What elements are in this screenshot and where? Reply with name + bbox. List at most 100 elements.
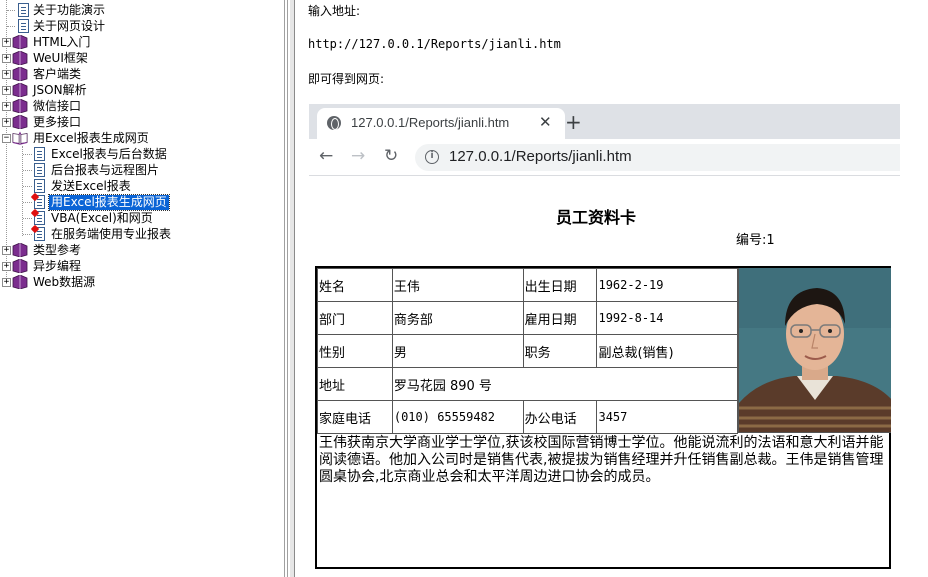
tree-item[interactable]: JSON解析	[31, 82, 89, 98]
expand-icon[interactable]: +	[2, 70, 11, 79]
tab-strip: 127.0.0.1/Reports/jianli.htm ✕ +	[309, 104, 900, 139]
field-label: 职务	[522, 334, 598, 368]
expand-icon[interactable]: +	[2, 118, 11, 127]
intro-label: 输入地址:	[308, 4, 361, 18]
reload-icon[interactable]: ↻	[384, 147, 398, 165]
pane-splitter[interactable]	[282, 0, 298, 577]
field-value: 副总裁(销售)	[596, 334, 738, 368]
forward-icon[interactable]: →	[351, 147, 365, 165]
tree-item-label: 类型参考	[33, 243, 82, 257]
employee-photo	[738, 268, 891, 433]
info-icon[interactable]: i	[425, 150, 439, 164]
expand-icon[interactable]: +	[2, 102, 11, 111]
field-value: 3457	[596, 400, 738, 434]
tree-item[interactable]: HTML入门	[31, 34, 92, 50]
tree-connector	[23, 218, 32, 219]
back-icon[interactable]: ←	[319, 147, 333, 165]
new-tab-icon[interactable]: +	[565, 110, 582, 134]
tree-item[interactable]: 客户端类	[31, 66, 83, 82]
field-label: 办公电话	[522, 400, 598, 434]
tree-item-label: 发送Excel报表	[51, 179, 131, 193]
collapse-icon[interactable]: −	[2, 134, 11, 143]
field-value: 商务部	[391, 301, 524, 335]
tree-item[interactable]: 关于功能演示	[31, 2, 107, 18]
content-pane: 输入地址: http://127.0.0.1/Reports/jianli.ht…	[298, 0, 928, 577]
expand-icon[interactable]: +	[2, 278, 11, 287]
address-bar[interactable]: i 127.0.0.1/Reports/jianli.htm	[415, 144, 900, 171]
tree-item-label: 关于网页设计	[33, 19, 106, 33]
tree-item-label: 客户端类	[33, 67, 82, 81]
tree-item[interactable]: Web数据源	[31, 274, 97, 290]
field-label: 出生日期	[522, 268, 598, 302]
close-tab-icon[interactable]: ✕	[539, 113, 552, 131]
page-icon	[18, 19, 29, 33]
table-row: 家庭电话 (010) 65559482 办公电话 3457	[317, 400, 738, 434]
help-tree[interactable]: 关于功能演示 关于网页设计 + HTML入门 + WeUI框架 + 客户端类 +…	[0, 0, 282, 577]
expand-icon[interactable]: +	[2, 262, 11, 271]
tree-item[interactable]: 微信接口	[31, 98, 83, 114]
book-icon	[12, 243, 28, 257]
table-row: 地址 罗马花园 890 号	[317, 367, 739, 401]
browser-toolbar: ← → ↻ i 127.0.0.1/Reports/jianli.htm	[309, 139, 900, 176]
tree-item-label: 用Excel报表生成网页	[48, 194, 170, 211]
tree-item[interactable]: 在服务端使用专业报表	[49, 226, 173, 242]
tree-item-label: HTML入门	[33, 35, 91, 49]
page-icon	[34, 179, 45, 193]
tree-item-label: Web数据源	[33, 275, 96, 289]
tree-item[interactable]: WeUI框架	[31, 50, 90, 66]
tree-item[interactable]: 用Excel报表生成网页	[31, 130, 151, 146]
card-title: 员工资料卡	[556, 208, 637, 227]
table-row: 性别 男 职务 副总裁(销售)	[317, 334, 738, 368]
tree-item-label: VBA(Excel)和网页	[51, 211, 153, 225]
tree-item-label: 后台报表与远程图片	[51, 163, 160, 177]
tree-connector	[7, 10, 15, 11]
tree-item-label: 异步编程	[33, 259, 82, 273]
book-icon	[12, 35, 28, 49]
open-book-icon	[12, 131, 28, 145]
field-value: 男	[391, 334, 524, 368]
book-icon	[12, 259, 28, 273]
tree-connector	[7, 26, 15, 27]
tree-item-selected[interactable]: 用Excel报表生成网页	[48, 194, 170, 211]
browser-screenshot: 127.0.0.1/Reports/jianli.htm ✕ + ← → ↻ i…	[309, 104, 900, 176]
tree-connector	[23, 186, 32, 187]
field-value: (010) 65559482	[391, 400, 524, 434]
tree-connector	[23, 170, 32, 171]
browser-tab[interactable]: 127.0.0.1/Reports/jianli.htm ✕	[317, 108, 565, 139]
book-icon	[12, 275, 28, 289]
tab-title: 127.0.0.1/Reports/jianli.htm	[351, 115, 510, 130]
tree-item[interactable]: 异步编程	[31, 258, 83, 274]
tree-connector	[23, 202, 32, 203]
table-row: 姓名 王伟 出生日期 1962-2-19	[317, 268, 738, 302]
expand-icon[interactable]: +	[2, 246, 11, 255]
book-icon	[12, 115, 28, 129]
tree-item-label: 在服务端使用专业报表	[51, 227, 172, 241]
tree-item[interactable]: 类型参考	[31, 242, 83, 258]
field-label: 性别	[317, 334, 393, 368]
employee-card: 姓名 王伟 出生日期 1962-2-19 部门 商务部 雇用日期 1992-8-…	[315, 266, 891, 569]
field-label: 部门	[317, 301, 393, 335]
book-icon	[12, 83, 28, 97]
tree-item[interactable]: Excel报表与后台数据	[49, 146, 169, 162]
book-icon	[12, 51, 28, 65]
expand-icon[interactable]: +	[2, 54, 11, 63]
expand-icon[interactable]: +	[2, 38, 11, 47]
tree-item-label: WeUI框架	[33, 51, 88, 65]
field-label: 姓名	[317, 268, 393, 302]
tree-item-label: 用Excel报表生成网页	[33, 131, 149, 145]
field-label: 地址	[317, 367, 393, 401]
expand-icon[interactable]: +	[2, 86, 11, 95]
tree-item[interactable]: 关于网页设计	[31, 18, 107, 34]
page-icon	[34, 163, 45, 177]
globe-icon	[327, 116, 341, 130]
tree-item-label: JSON解析	[33, 83, 87, 97]
tree-item[interactable]: VBA(Excel)和网页	[49, 210, 155, 226]
tree-item[interactable]: 更多接口	[31, 114, 83, 130]
tree-item-label: 微信接口	[33, 99, 82, 113]
book-icon	[12, 99, 28, 113]
tree-item[interactable]: 后台报表与远程图片	[49, 162, 161, 178]
tree-item[interactable]: 发送Excel报表	[49, 178, 133, 194]
field-value: 1992-8-14	[596, 301, 738, 335]
address-text: 127.0.0.1/Reports/jianli.htm	[449, 148, 632, 165]
field-value: 罗马花园 890 号	[391, 367, 739, 401]
